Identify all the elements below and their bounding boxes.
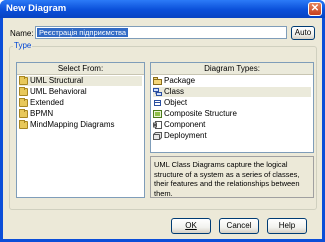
list-item-label: Component [164,120,206,129]
composite-structure-icon [153,110,162,118]
list-item-label: Object [164,98,188,107]
list-item-label: Deployment [164,131,207,140]
folder-icon [19,120,28,129]
list-item-label: Extended [30,98,64,107]
component-icon [153,121,162,129]
folder-icon [19,87,28,96]
folder-icon [19,76,28,85]
diagram-types-header: Diagram Types: [151,63,313,75]
list-item-label: Composite Structure [164,109,237,118]
name-label: Name: [10,29,34,38]
name-input-value: Реєстрація підприємства [37,28,129,37]
dialog-body: Name: Реєстрація підприємства Auto Type … [3,18,322,239]
ok-button[interactable]: OK [171,218,211,234]
list-item-label: UML Structural [30,76,84,85]
cancel-button[interactable]: Cancel [219,218,259,234]
object-icon [154,100,161,106]
window-title: New Diagram [6,3,67,14]
help-button[interactable]: Help [267,218,307,234]
type-group-label: Type [13,41,33,50]
package-icon [153,77,162,85]
deployment-icon [153,132,162,140]
folder-icon [19,98,28,107]
list-item-label: Package [164,76,196,85]
help-label: Help [278,221,296,230]
diagram-type-class[interactable]: Class [153,87,311,97]
diagram-types-list[interactable]: Diagram Types: Package Class Object Comp… [150,62,314,153]
name-input[interactable]: Реєстрація підприємства [35,26,287,39]
class-icon [153,88,162,96]
list-item-label: UML Behavioral [30,87,87,96]
list-item-label: BPMN [30,109,54,118]
list-item-label: Class [164,87,185,96]
select-from-list[interactable]: Select From: UML Structural UML Behavior… [16,62,145,198]
title-bar[interactable]: New Diagram ✕ [0,0,325,18]
dialog-window: New Diagram ✕ Name: Реєстрація підприємс… [0,0,325,242]
cancel-label: Cancel [226,221,252,230]
ok-label: OK [185,221,197,230]
description-box: UML Class Diagrams capture the logical s… [150,156,314,198]
folder-icon [19,109,28,118]
diagram-description: UML Class Diagrams capture the logical s… [154,160,300,198]
list-item-label: MindMapping Diagrams [30,120,115,129]
close-button[interactable]: ✕ [308,2,322,16]
auto-button[interactable]: Auto [291,26,315,40]
list-item-uml-structural[interactable]: UML Structural [19,76,142,86]
select-from-header: Select From: [17,63,144,75]
